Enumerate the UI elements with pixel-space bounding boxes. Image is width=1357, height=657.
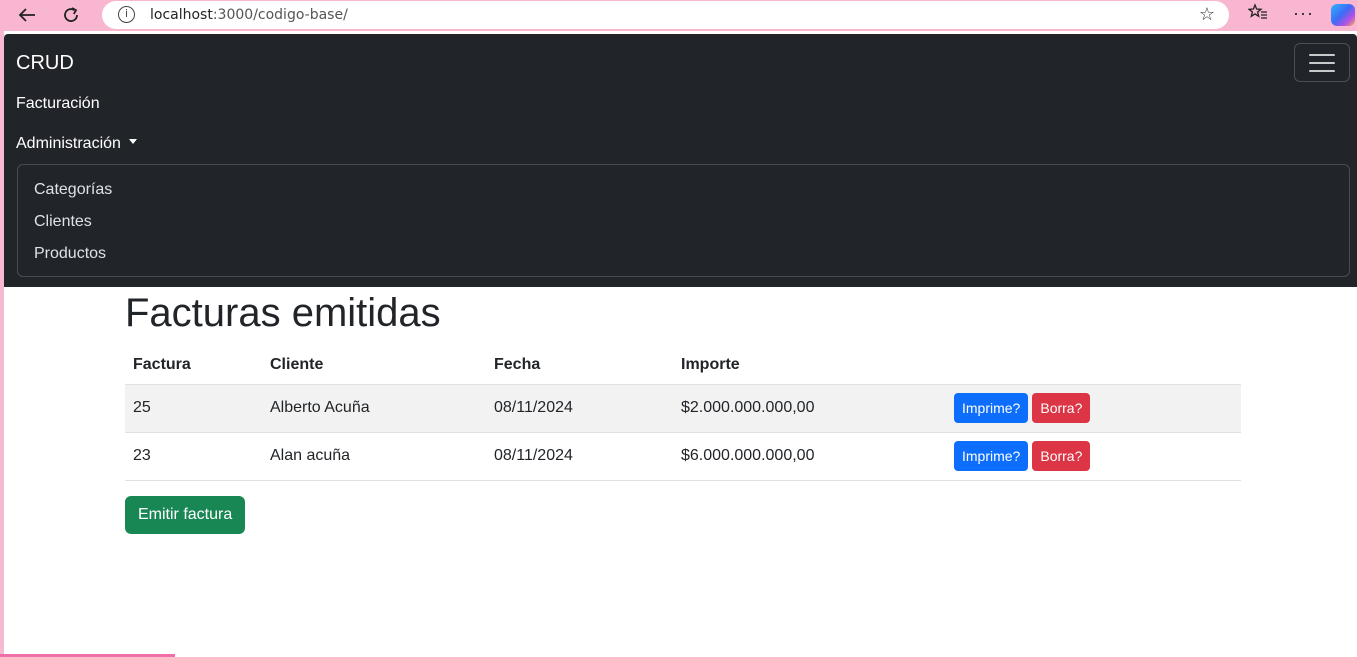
caret-down-icon	[128, 139, 137, 145]
table-row: 25 Alberto Acuña 08/11/2024 $2.000.000.0…	[125, 384, 1241, 433]
cell-cliente: Alberto Acuña	[262, 384, 486, 433]
dropdown-item-categorias[interactable]: Categorías	[34, 181, 112, 199]
nav-link-facturacion[interactable]: Facturación	[16, 95, 100, 113]
dropdown-item-productos[interactable]: Productos	[34, 245, 106, 263]
cell-actions: Imprime? Borra?	[946, 384, 1241, 433]
column-header-importe: Importe	[673, 346, 946, 385]
column-header-factura: Factura	[125, 346, 262, 385]
emit-invoice-button[interactable]: Emitir factura	[125, 496, 246, 534]
cell-factura: 25	[125, 384, 262, 433]
hamburger-line	[1309, 61, 1335, 64]
nav-dropdown-label: Administración	[16, 135, 121, 152]
table-row: 23 Alan acuña 08/11/2024 $6.000.000.000,…	[125, 432, 1241, 481]
table-header-row: Factura Cliente Fecha Importe	[125, 346, 1241, 385]
navbar-toggler-button[interactable]	[1294, 43, 1350, 82]
column-header-actions	[946, 346, 1241, 385]
back-arrow-icon[interactable]	[14, 3, 40, 27]
hamburger-line	[1309, 53, 1335, 56]
favorites-icon[interactable]	[1247, 3, 1268, 26]
page-viewport: CRUD Facturación Administración Categorí…	[4, 31, 1357, 657]
cell-actions: Imprime? Borra?	[946, 432, 1241, 481]
dropdown-menu: Categorías Clientes Productos	[17, 164, 1350, 277]
column-header-cliente: Cliente	[262, 346, 486, 385]
star-icon[interactable]: ☆	[1199, 4, 1215, 25]
url-text[interactable]: localhost:3000/codigo-base/	[150, 7, 348, 23]
page-title: Facturas emitidas	[125, 291, 441, 335]
delete-button[interactable]: Borra?	[1032, 393, 1091, 423]
cell-cliente: Alan acuña	[262, 432, 486, 481]
delete-button[interactable]: Borra?	[1032, 441, 1091, 471]
site-info-icon[interactable]: i	[118, 6, 135, 23]
cell-factura: 23	[125, 432, 262, 481]
cell-fecha: 08/11/2024	[486, 384, 673, 433]
navbar: CRUD Facturación Administración Categorí…	[4, 34, 1357, 287]
more-options-icon[interactable]: ···	[1293, 3, 1314, 24]
navbar-brand[interactable]: CRUD	[16, 52, 74, 75]
url-path: :3000/codigo-base/	[212, 7, 348, 23]
browser-toolbar: i localhost:3000/codigo-base/ ☆ ···	[0, 0, 1357, 31]
address-bar[interactable]: i localhost:3000/codigo-base/ ☆	[102, 1, 1229, 29]
hamburger-line	[1309, 69, 1335, 72]
cell-importe: $2.000.000.000,00	[673, 384, 946, 433]
copilot-icon[interactable]	[1331, 4, 1355, 26]
url-host: localhost	[150, 7, 213, 23]
nav-dropdown-administracion[interactable]: Administración	[16, 135, 137, 153]
cell-fecha: 08/11/2024	[486, 432, 673, 481]
cell-importe: $6.000.000.000,00	[673, 432, 946, 481]
dropdown-item-clientes[interactable]: Clientes	[34, 213, 92, 231]
print-button[interactable]: Imprime?	[954, 441, 1029, 471]
reload-icon[interactable]	[58, 3, 84, 27]
column-header-fecha: Fecha	[486, 346, 673, 385]
print-button[interactable]: Imprime?	[954, 393, 1029, 423]
invoices-table: Factura Cliente Fecha Importe 25 Alberto…	[125, 346, 1241, 481]
